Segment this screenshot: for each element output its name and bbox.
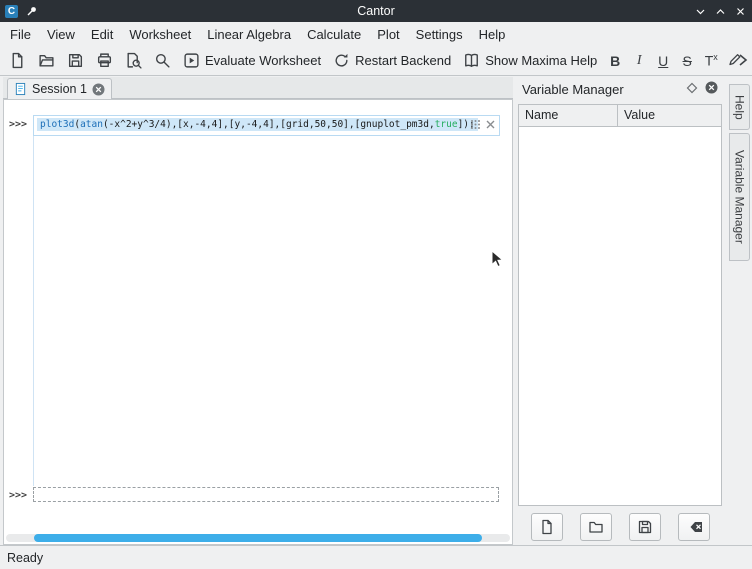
window-title: Cantor	[0, 4, 752, 18]
evaluate-label: Evaluate Worksheet	[205, 53, 321, 68]
italic-button[interactable]: I	[628, 51, 650, 71]
menu-item-help[interactable]: Help	[471, 24, 514, 45]
menubar: File View Edit Worksheet Linear Algebra …	[0, 22, 752, 46]
empty-command-prompt: >>>	[9, 490, 27, 501]
entry-marker-line	[33, 136, 34, 486]
clear-icon	[685, 520, 703, 534]
save-variables-button[interactable]	[629, 513, 661, 541]
column-header-value[interactable]: Value	[618, 105, 661, 126]
show-maxima-help-button[interactable]: Show Maxima Help	[458, 49, 602, 72]
side-tab-variable-manager[interactable]: Variable Manager	[729, 133, 750, 261]
tab-session-1[interactable]: Session 1	[7, 78, 112, 99]
menu-item-view[interactable]: View	[39, 24, 83, 45]
bold-button[interactable]: B	[604, 51, 626, 71]
minimize-button[interactable]	[695, 6, 706, 17]
command-code[interactable]: plot3d(atan(-x^2+y^3/4),[x,-4,4],[y,-4,4…	[37, 118, 478, 131]
evaluate-icon	[183, 52, 200, 69]
menu-item-edit[interactable]: Edit	[83, 24, 121, 45]
horizontal-scrollbar-track[interactable]	[6, 534, 510, 542]
restart-label: Restart Backend	[355, 53, 451, 68]
search-icon	[154, 52, 171, 69]
side-tabstrip: Help Variable Manager	[727, 77, 752, 545]
evaluate-worksheet-button[interactable]: Evaluate Worksheet	[178, 49, 326, 72]
new-variable-button[interactable]	[531, 513, 563, 541]
print-button[interactable]	[91, 49, 118, 72]
superscript-button[interactable]: Tx	[700, 50, 722, 71]
variable-table: Name Value	[518, 104, 722, 506]
menu-item-file[interactable]: File	[2, 24, 39, 45]
maximize-button[interactable]	[715, 6, 726, 17]
variable-manager-title: Variable Manager	[522, 82, 624, 97]
restart-icon	[333, 52, 350, 69]
clear-variables-button[interactable]	[678, 513, 710, 541]
worksheet-tabstrip: Session 1	[3, 77, 513, 99]
save-icon	[637, 519, 653, 535]
variable-manager-header: Variable Manager	[516, 77, 724, 101]
save-icon	[67, 52, 84, 69]
menu-item-worksheet[interactable]: Worksheet	[121, 24, 199, 45]
menu-item-calculate[interactable]: Calculate	[299, 24, 369, 45]
session-icon	[14, 82, 27, 96]
superscript-base: T	[705, 53, 714, 69]
maxima-help-label: Show Maxima Help	[485, 53, 597, 68]
side-tab-help[interactable]: Help	[729, 84, 750, 130]
variable-table-header: Name Value	[519, 105, 721, 127]
tab-close-icon[interactable]	[92, 83, 105, 96]
superscript-exp: x	[713, 52, 718, 62]
strikethrough-button[interactable]: S	[676, 51, 698, 71]
toolbar: Evaluate Worksheet Restart Backend Show …	[0, 46, 752, 76]
new-worksheet-button[interactable]	[4, 49, 31, 72]
cantor-window: { "window": { "title": "Cantor", "app_ic…	[0, 0, 752, 569]
save-button[interactable]	[62, 49, 89, 72]
variable-manager-buttons	[516, 513, 724, 541]
new-document-icon	[539, 519, 555, 535]
tab-label: Session 1	[32, 82, 87, 96]
empty-command-entry[interactable]	[33, 487, 499, 502]
print-preview-button[interactable]	[120, 49, 147, 72]
folder-icon	[588, 519, 604, 535]
column-header-name[interactable]: Name	[519, 105, 618, 126]
float-panel-icon[interactable]	[686, 82, 698, 94]
menu-item-settings[interactable]: Settings	[408, 24, 471, 45]
variable-manager-panel: Variable Manager Name Value	[516, 77, 724, 545]
menu-item-linear-algebra[interactable]: Linear Algebra	[199, 24, 299, 45]
entry-drag-handle-icon[interactable]	[470, 119, 481, 130]
close-panel-icon[interactable]	[705, 81, 718, 94]
command-entry[interactable]: plot3d(atan(-x^2+y^3/4),[x,-4,4],[y,-4,4…	[33, 115, 500, 136]
toolbar-overflow-button[interactable]	[736, 50, 750, 73]
horizontal-scrollbar-thumb[interactable]	[34, 534, 482, 542]
titlebar[interactable]: C Cantor	[0, 0, 752, 22]
worksheet-view[interactable]: >>> plot3d(atan(-x^2+y^3/4),[x,-4,4],[y,…	[3, 99, 513, 545]
command-prompt: >>>	[9, 119, 27, 130]
close-button[interactable]	[735, 6, 746, 17]
underline-button[interactable]: U	[652, 51, 674, 71]
open-folder-icon	[38, 52, 55, 69]
printer-icon	[96, 52, 113, 69]
open-button[interactable]	[33, 49, 60, 72]
chevron-right-icon	[736, 50, 750, 70]
mouse-cursor	[491, 250, 504, 272]
help-book-icon	[463, 52, 480, 69]
statusbar: Ready	[0, 545, 752, 569]
new-document-icon	[9, 52, 26, 69]
find-button[interactable]	[149, 49, 176, 72]
print-preview-icon	[125, 52, 142, 69]
status-text: Ready	[7, 551, 43, 565]
restart-backend-button[interactable]: Restart Backend	[328, 49, 456, 72]
entry-remove-icon[interactable]	[485, 119, 496, 130]
load-variables-button[interactable]	[580, 513, 612, 541]
plot3d-canvas	[37, 143, 509, 481]
menu-item-plot[interactable]: Plot	[369, 24, 407, 45]
